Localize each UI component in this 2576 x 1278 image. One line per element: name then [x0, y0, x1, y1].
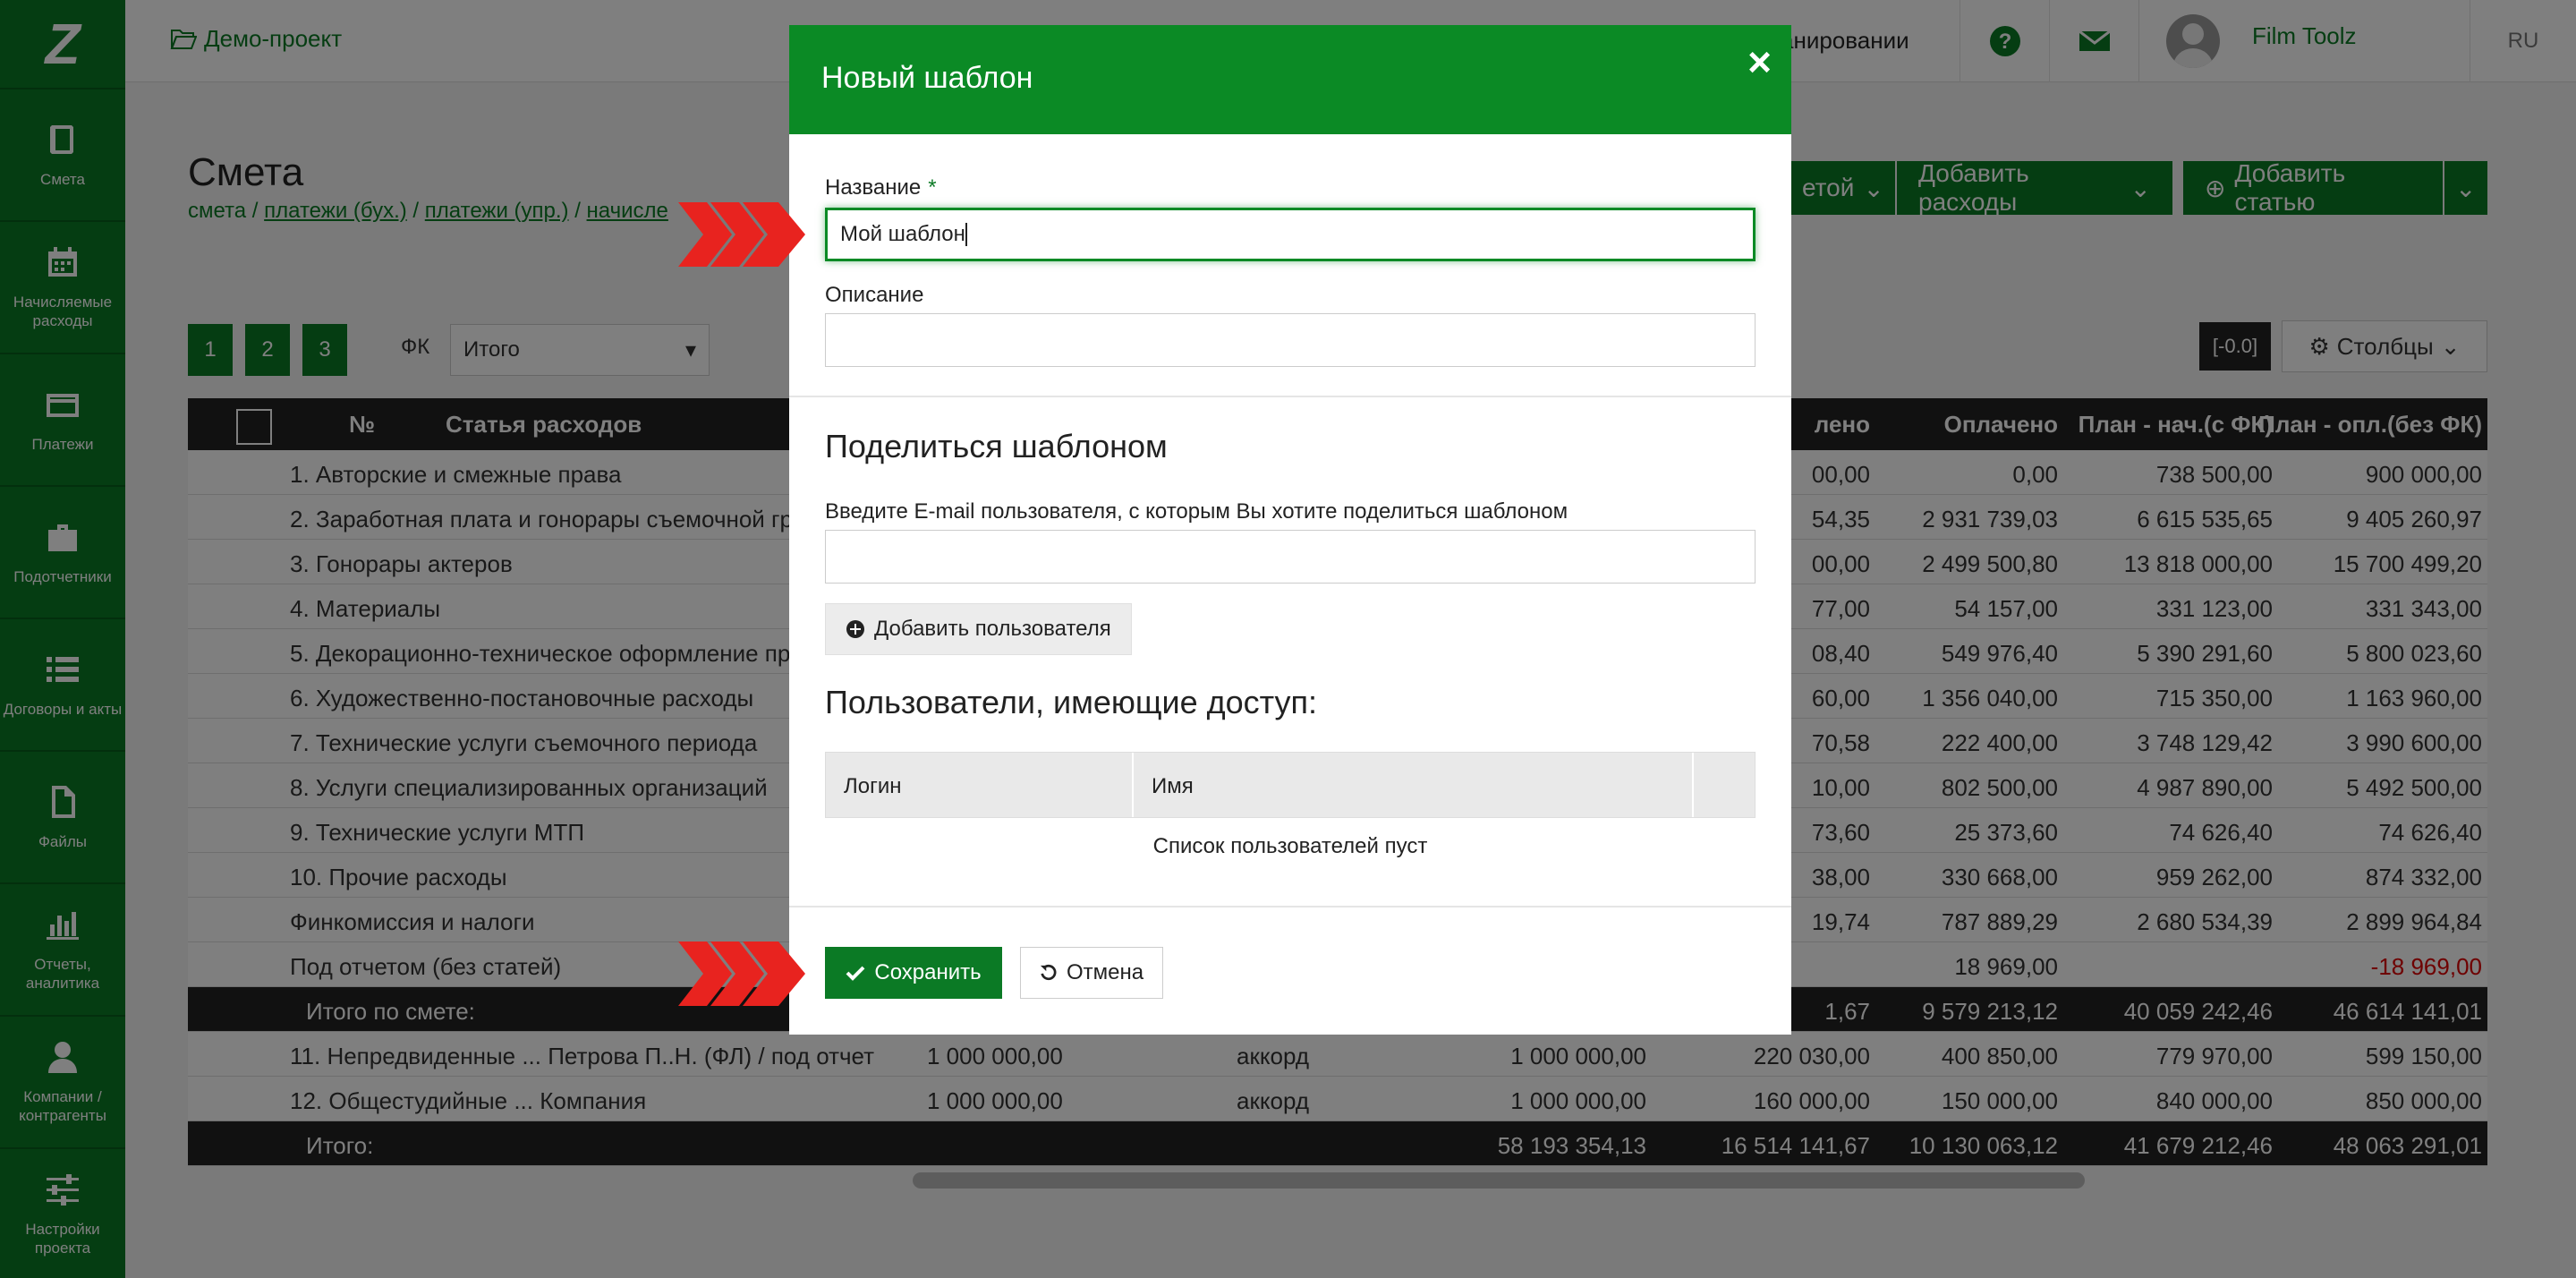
- column-divider: [1692, 753, 1694, 817]
- col-login: Логин: [844, 774, 902, 798]
- modal-header: Новый шаблон ×: [789, 25, 1791, 134]
- undo-icon: [1040, 964, 1057, 981]
- users-table: Логин Имя Список пользователей пуст: [825, 752, 1756, 859]
- modal-title: Новый шаблон: [821, 61, 1033, 95]
- button-label: Добавить пользователя: [874, 617, 1111, 641]
- red-arrow-annotation: [678, 199, 821, 270]
- email-input[interactable]: [825, 530, 1756, 584]
- plus-circle-icon: [846, 620, 864, 638]
- new-template-modal: Новый шаблон × Название * Мой шаблон Опис…: [789, 25, 1791, 1035]
- button-label: Сохранить: [874, 960, 982, 984]
- access-heading: Пользователи, имеющие доступ:: [825, 684, 1318, 720]
- email-label: Введите E-mail пользователя, с которым В…: [825, 499, 1569, 524]
- col-name: Имя: [1152, 774, 1194, 798]
- users-table-header: Логин Имя: [825, 752, 1756, 818]
- template-name-value: Мой шаблон: [840, 222, 965, 246]
- close-icon[interactable]: ×: [1747, 38, 1772, 86]
- divider: [789, 906, 1791, 907]
- users-empty-message: Список пользователей пуст: [1152, 834, 1428, 858]
- share-heading: Поделиться шаблоном: [825, 428, 1168, 464]
- description-input[interactable]: [825, 313, 1756, 367]
- check-icon: [846, 966, 865, 981]
- add-user-button[interactable]: Добавить пользователя: [825, 603, 1132, 655]
- cancel-button[interactable]: Отмена: [1020, 947, 1163, 999]
- required-mark: *: [928, 175, 937, 200]
- divider: [789, 396, 1791, 397]
- text-cursor: [965, 223, 967, 246]
- red-arrow-annotation: [678, 938, 821, 1010]
- name-label-text: Название: [825, 175, 922, 200]
- save-button[interactable]: Сохранить: [825, 947, 1002, 999]
- description-label: Описание: [825, 283, 924, 307]
- template-name-input[interactable]: Мой шаблон: [825, 208, 1756, 261]
- name-label: Название *: [825, 175, 937, 200]
- column-divider: [1132, 753, 1134, 817]
- button-label: Отмена: [1066, 960, 1144, 984]
